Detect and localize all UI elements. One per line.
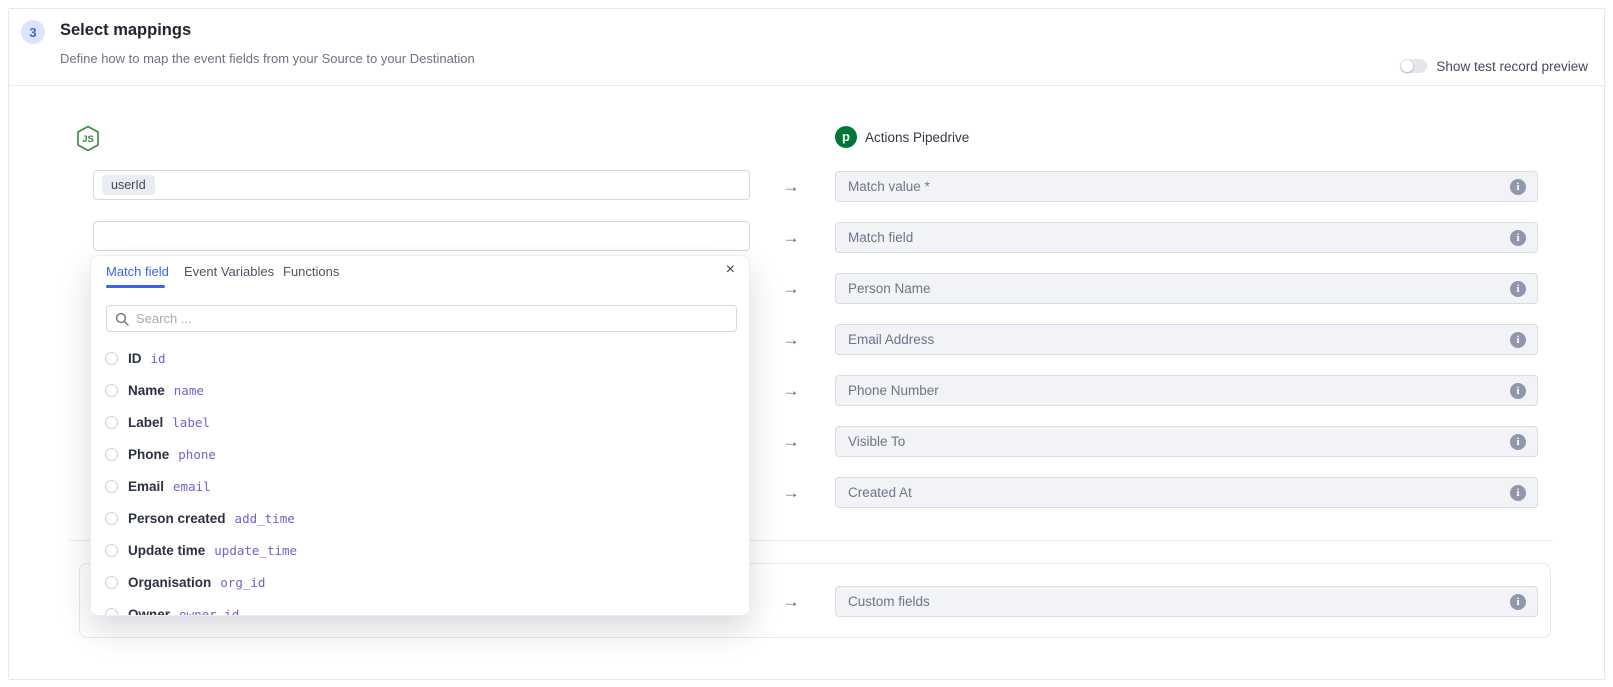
info-icon[interactable]: i	[1510, 230, 1526, 246]
destination-field-custom-fields[interactable]: Custom fields i	[835, 586, 1538, 617]
field-option-update-time[interactable]: Update time update_time	[91, 534, 749, 566]
field-option-person-created[interactable]: Person created add_time	[91, 502, 749, 534]
destination-field-person-name[interactable]: Person Name i	[835, 273, 1538, 304]
radio-button[interactable]	[105, 544, 118, 557]
tab-event-variables[interactable]: Event Variables	[184, 264, 274, 279]
radio-button[interactable]	[105, 416, 118, 429]
field-option-id[interactable]: ID id	[91, 342, 749, 374]
field-option-organisation[interactable]: Organisation org_id	[91, 566, 749, 598]
radio-button[interactable]	[105, 448, 118, 461]
field-picker-dropdown: Match field Event Variables Functions × …	[90, 255, 750, 616]
destination-field-match-value[interactable]: Match value * i	[835, 171, 1538, 202]
step-number-badge: 3	[21, 20, 45, 44]
radio-button[interactable]	[105, 480, 118, 493]
info-icon[interactable]: i	[1510, 594, 1526, 610]
search-box	[106, 305, 737, 332]
field-option-email[interactable]: Email email	[91, 470, 749, 502]
tab-functions[interactable]: Functions	[283, 264, 339, 279]
mapping-arrow-icon: →	[779, 477, 803, 508]
page-subtitle: Define how to map the event fields from …	[60, 51, 475, 66]
mappings-panel: 3 Select mappings Define how to map the …	[8, 8, 1605, 680]
destination-field-match-field[interactable]: Match field i	[835, 222, 1538, 253]
mapping-arrow-icon: →	[779, 426, 803, 457]
mapping-arrow-icon: →	[779, 586, 803, 617]
destination-title: Actions Pipedrive	[865, 130, 969, 145]
panel-header: 3 Select mappings Define how to map the …	[9, 9, 1604, 86]
select-mappings-screen: 3 Select mappings Define how to map the …	[0, 0, 1613, 687]
info-icon[interactable]: i	[1510, 434, 1526, 450]
info-icon[interactable]: i	[1510, 383, 1526, 399]
field-option-phone[interactable]: Phone phone	[91, 438, 749, 470]
destination-field-visible-to[interactable]: Visible To i	[835, 426, 1538, 457]
mapping-arrow-icon: →	[779, 375, 803, 406]
info-icon[interactable]: i	[1510, 332, 1526, 348]
mapping-arrow-icon: →	[779, 222, 803, 253]
test-record-preview-control: Show test record preview	[1400, 55, 1588, 77]
source-mapping-input-2[interactable]	[93, 221, 750, 251]
radio-button[interactable]	[105, 608, 118, 617]
radio-button[interactable]	[105, 576, 118, 589]
radio-button[interactable]	[105, 384, 118, 397]
mapping-arrow-icon: →	[779, 171, 803, 202]
info-icon[interactable]: i	[1510, 485, 1526, 501]
close-icon[interactable]: ×	[726, 262, 735, 278]
field-options-list: ID id Name name Label label Phone phone	[91, 342, 749, 616]
info-icon[interactable]: i	[1510, 281, 1526, 297]
pipedrive-icon: p	[835, 126, 857, 148]
page-title: Select mappings	[60, 21, 191, 40]
field-option-name[interactable]: Name name	[91, 374, 749, 406]
field-option-owner[interactable]: Owner owner_id	[91, 598, 749, 616]
radio-button[interactable]	[105, 512, 118, 525]
svg-text:JS: JS	[82, 134, 94, 145]
mapping-arrow-icon: →	[779, 273, 803, 304]
toggle-label: Show test record preview	[1436, 59, 1588, 74]
active-tab-underline	[106, 285, 165, 288]
field-option-label[interactable]: Label label	[91, 406, 749, 438]
search-input[interactable]	[136, 311, 728, 326]
mapping-arrow-icon: →	[779, 324, 803, 355]
radio-button[interactable]	[105, 352, 118, 365]
destination-field-created-at[interactable]: Created At i	[835, 477, 1538, 508]
tab-match-field[interactable]: Match field	[106, 264, 169, 279]
show-test-record-toggle[interactable]	[1400, 59, 1427, 73]
nodejs-icon: JS	[76, 125, 100, 157]
destination-field-email-address[interactable]: Email Address i	[835, 324, 1538, 355]
destination-field-phone-number[interactable]: Phone Number i	[835, 375, 1538, 406]
toggle-knob	[1401, 60, 1413, 72]
destination-header: p Actions Pipedrive	[835, 126, 969, 148]
source-mapping-input-1[interactable]: userId	[93, 170, 750, 200]
mapping-token-chip[interactable]: userId	[102, 175, 155, 195]
info-icon[interactable]: i	[1510, 179, 1526, 195]
search-icon	[115, 312, 129, 326]
